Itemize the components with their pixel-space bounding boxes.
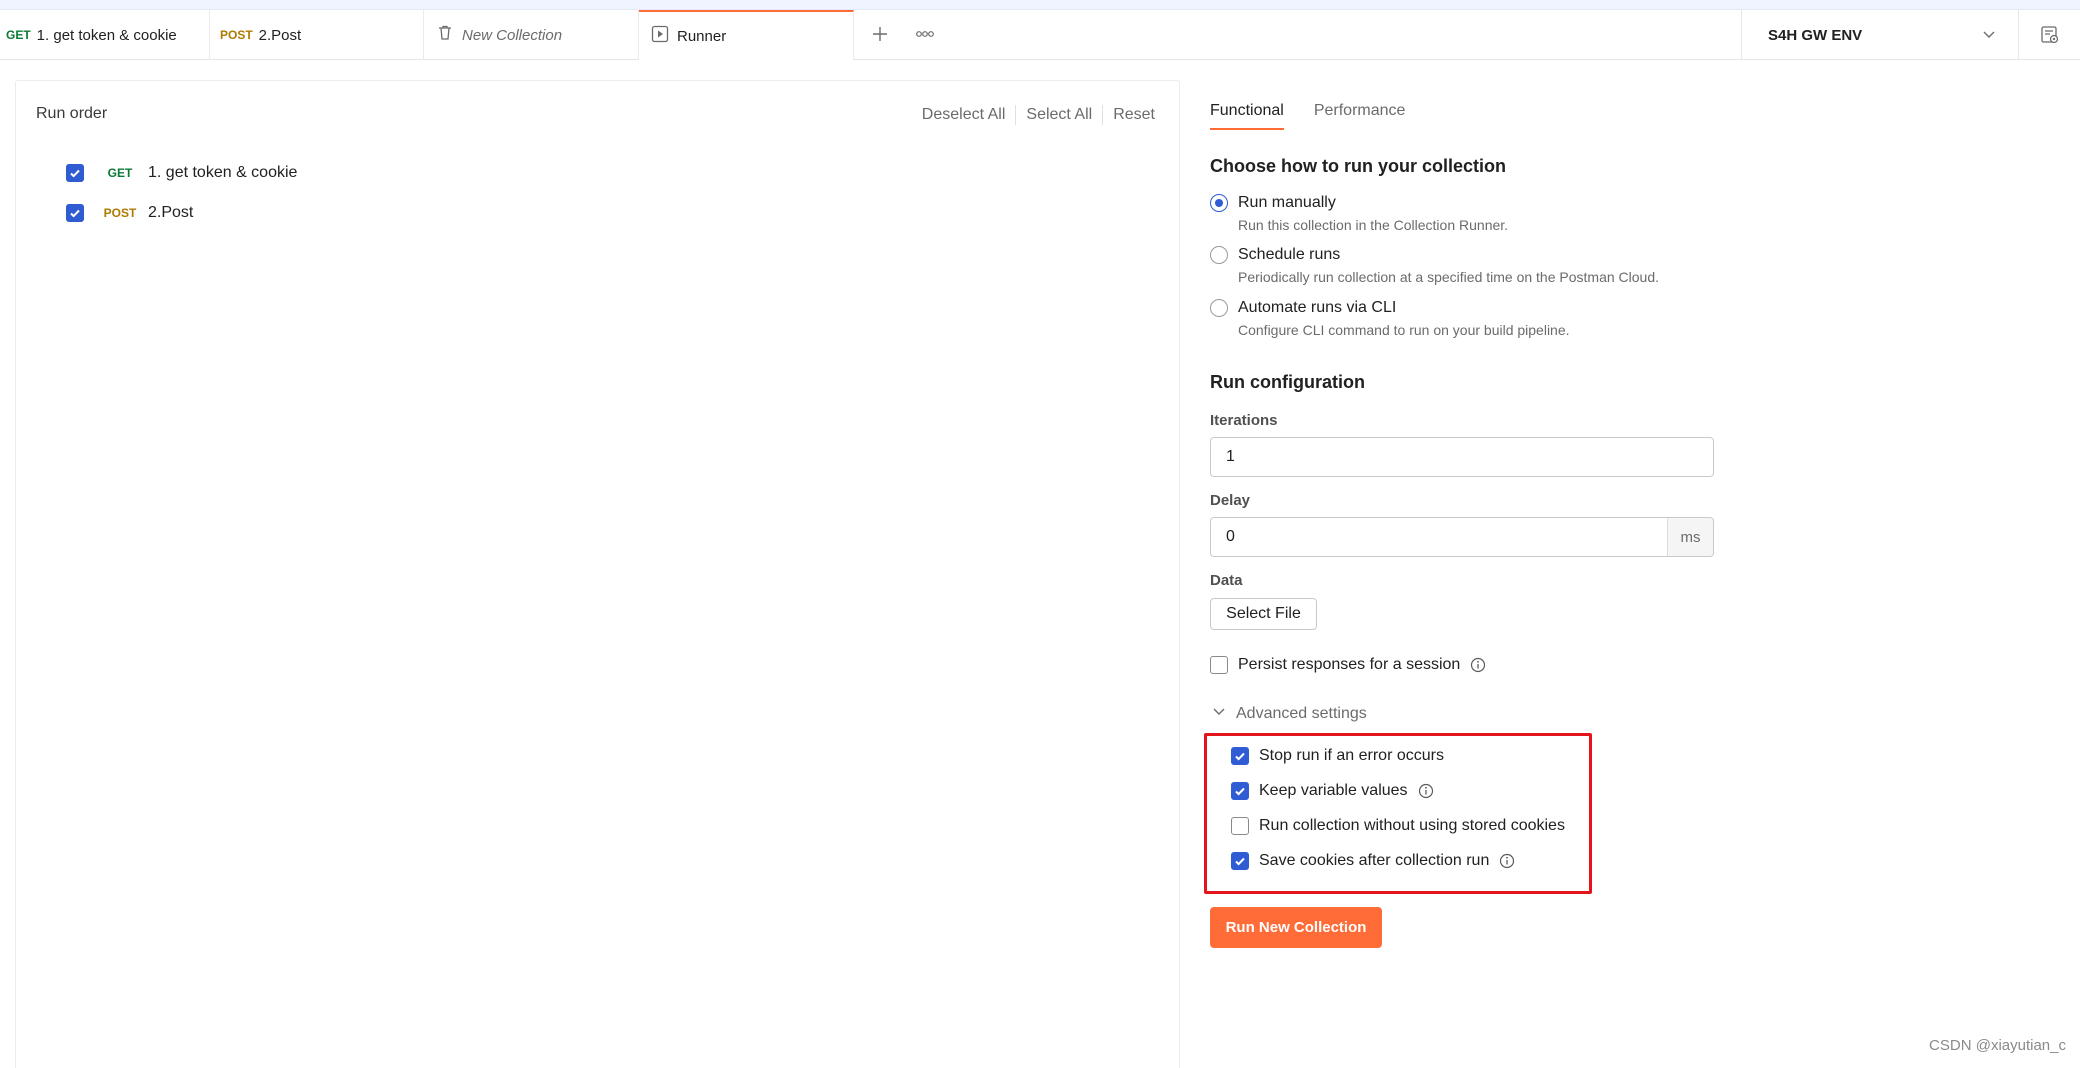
plus-icon: [873, 27, 887, 41]
no-stored-cookies-label: Run collection without using stored cook…: [1259, 817, 1565, 834]
request-checkbox[interactable]: [66, 164, 84, 182]
persist-label: Persist responses for a session: [1238, 656, 1461, 673]
info-icon[interactable]: [1418, 783, 1434, 799]
run-option-description: Configure CLI command to run on your bui…: [1238, 322, 1570, 338]
keep-variable-values-option[interactable]: Keep variable values: [1231, 782, 1434, 800]
run-collection-button[interactable]: Run New Collection: [1210, 907, 1382, 948]
tab-get-token[interactable]: GET 1. get token & cookie: [0, 10, 210, 60]
run-option-label: Schedule runs: [1238, 246, 1341, 263]
checkmark-icon: [70, 169, 80, 178]
run-order-item[interactable]: GET 1. get token & cookie: [66, 164, 297, 182]
more-tabs-button[interactable]: [912, 20, 938, 48]
iterations-value: 1: [1226, 448, 1235, 465]
tab-performance[interactable]: Performance: [1314, 102, 1406, 130]
advanced-settings-toggle[interactable]: Advanced settings: [1212, 704, 1367, 723]
run-option-description: Run this collection in the Collection Ru…: [1238, 217, 1509, 233]
tab-label: New Collection: [462, 26, 563, 44]
iterations-label: Iterations: [1210, 412, 1278, 429]
trash-collection-icon: [436, 24, 454, 46]
runner-mode-tabs: Functional Performance: [1210, 102, 1435, 130]
choose-run-title: Choose how to run your collection: [1210, 156, 1507, 176]
watermark: CSDN @xiayutian_c: [1929, 1037, 2066, 1054]
reset-button[interactable]: Reset: [1113, 106, 1155, 124]
save-cookies-label: Save cookies after collection run: [1259, 852, 1490, 869]
run-option-description: Periodically run collection at a specifi…: [1238, 269, 1659, 285]
info-icon[interactable]: [1499, 853, 1515, 869]
environment-name: S4H GW ENV: [1768, 26, 1863, 44]
run-order-actions: Deselect All Select All Reset: [922, 105, 1155, 125]
tab-new-collection[interactable]: New Collection: [424, 10, 639, 60]
select-file-button[interactable]: Select File: [1210, 598, 1317, 630]
stop-on-error-option[interactable]: Stop run if an error occurs: [1231, 747, 1444, 765]
run-order-item[interactable]: POST 2.Post: [66, 204, 193, 222]
top-strip: [0, 0, 2080, 10]
deselect-all-button[interactable]: Deselect All: [922, 106, 1006, 124]
environment-quick-look-button[interactable]: [2036, 22, 2064, 48]
stop-on-error-label: Stop run if an error occurs: [1259, 747, 1444, 764]
delay-unit: ms: [1667, 518, 1713, 556]
request-method-get: GET: [107, 166, 133, 180]
advanced-settings-label: Advanced settings: [1236, 704, 1367, 722]
select-all-button[interactable]: Select All: [1026, 106, 1092, 124]
run-order-title: Run order: [36, 105, 108, 122]
tab-functional[interactable]: Functional: [1210, 102, 1284, 130]
run-configuration-title: Run configuration: [1210, 372, 1365, 392]
environment-selector[interactable]: S4H GW ENV: [1741, 10, 2019, 60]
tab-label: 1. get token & cookie: [36, 26, 177, 44]
checkmark-icon: [1235, 787, 1245, 796]
iterations-input[interactable]: 1: [1210, 437, 1714, 477]
tab-label: Runner: [677, 27, 727, 45]
divider: [1015, 105, 1017, 125]
new-tab-button[interactable]: [867, 20, 893, 48]
runner-icon: [651, 25, 669, 47]
checkmark-icon: [1235, 752, 1245, 761]
request-name: 2.Post: [148, 204, 194, 221]
tab-label: 2.Post: [258, 26, 302, 44]
delay-input[interactable]: 0 ms: [1210, 517, 1714, 557]
run-option-manual[interactable]: Run manually Run this collection in the …: [1210, 194, 1508, 233]
request-method-post: POST: [103, 206, 137, 220]
keep-variable-values-label: Keep variable values: [1259, 782, 1408, 799]
tab-runner[interactable]: Runner: [639, 10, 854, 60]
checkmark-icon: [1235, 857, 1245, 866]
persist-checkbox[interactable]: [1210, 656, 1228, 674]
save-cookies-checkbox[interactable]: [1231, 852, 1249, 870]
delay-label: Delay: [1210, 492, 1251, 509]
tab-method-get: GET: [6, 28, 31, 42]
run-option-label: Automate runs via CLI: [1238, 299, 1397, 316]
run-option-schedule[interactable]: Schedule runs Periodically run collectio…: [1210, 246, 1659, 285]
checkmark-icon: [70, 209, 80, 218]
request-name: 1. get token & cookie: [148, 164, 298, 181]
persist-responses-option[interactable]: Persist responses for a session: [1210, 656, 1486, 674]
tab-method-post: POST: [220, 28, 253, 42]
run-option-label: Run manually: [1238, 194, 1336, 211]
radio-button[interactable]: [1210, 194, 1228, 212]
no-stored-cookies-checkbox[interactable]: [1231, 817, 1249, 835]
chevron-down-icon: [1212, 704, 1226, 723]
stop-on-error-checkbox[interactable]: [1231, 747, 1249, 765]
ellipsis-icon: [916, 31, 934, 37]
delay-value: 0: [1226, 528, 1235, 545]
environment-eye-icon: [2041, 26, 2059, 44]
tab-post[interactable]: POST 2.Post: [210, 10, 424, 60]
tab-bar: GET 1. get token & cookie POST 2.Post Ne…: [0, 10, 2080, 60]
data-label: Data: [1210, 572, 1243, 589]
no-stored-cookies-option[interactable]: Run collection without using stored cook…: [1231, 817, 1565, 835]
radio-button[interactable]: [1210, 299, 1228, 317]
save-cookies-option[interactable]: Save cookies after collection run: [1231, 852, 1515, 870]
chevron-down-icon: [1982, 27, 1996, 45]
run-order-panel: Run order Deselect All Select All Reset …: [15, 80, 1180, 1068]
info-icon[interactable]: [1470, 657, 1486, 673]
keep-variable-values-checkbox[interactable]: [1231, 782, 1249, 800]
run-option-cli[interactable]: Automate runs via CLI Configure CLI comm…: [1210, 299, 1570, 338]
divider: [1102, 105, 1104, 125]
request-checkbox[interactable]: [66, 204, 84, 222]
radio-button[interactable]: [1210, 246, 1228, 264]
